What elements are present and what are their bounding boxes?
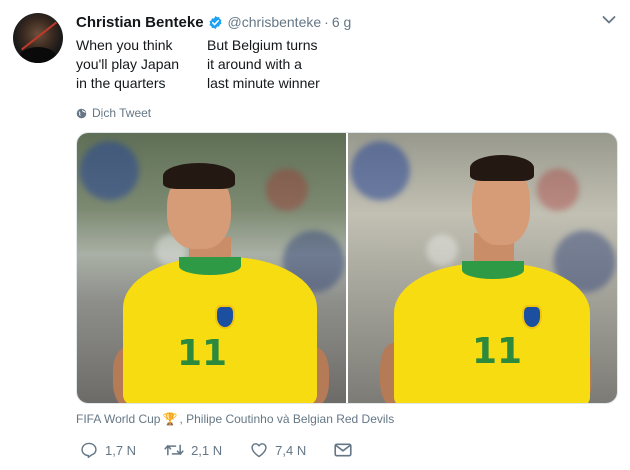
player-figure: 11 [77,133,346,403]
event-link[interactable]: FIFA World Cup [76,412,160,426]
display-name[interactable]: Christian Benteke [76,14,204,31]
tweet-actions: 1,7 N 2,1 N 7,4 N [80,442,387,458]
avatar-figure [19,47,57,63]
verified-badge-icon [209,15,222,29]
like-count: 7,4 N [275,442,307,458]
reply-count: 1,7 N [105,442,137,458]
translate-tweet-link[interactable]: Dịch Tweet [76,106,151,120]
chevron-down-icon[interactable] [602,15,616,25]
trophy-icon: 🏆 [162,412,178,426]
player-jersey [123,257,317,403]
tweet-header: Christian Benteke @chrisbenteke · 6 g [76,11,351,33]
like-button[interactable]: 7,4 N [250,442,306,458]
team-crest [522,305,542,329]
retweet-count: 2,1 N [191,442,223,458]
tweet-photo-1[interactable]: 11 [77,133,346,403]
tweet-line: last minute winner [207,75,320,91]
player-collar [462,261,524,279]
jersey-number: 11 [177,333,228,374]
avatar[interactable] [13,13,63,63]
user-handle[interactable]: @chrisbenteke [228,14,322,30]
reply-button[interactable]: 1,7 N [80,442,136,458]
tagged-accounts[interactable]: , Philipe Coutinho và Belgian Red Devils [179,412,394,426]
direct-message-button[interactable] [334,443,359,457]
retweet-button[interactable]: 2,1 N [164,442,222,458]
tweet-line: When you think [76,37,173,53]
tweet-line: in the quarters [76,75,166,91]
globe-icon [76,108,87,118]
tweet-photo-2[interactable]: 11 [348,133,617,403]
separator-dot: · [324,14,329,30]
tweet-line: it around with a [207,56,302,72]
tweet-line: But Belgium turns [207,37,318,53]
envelope-icon [334,443,352,457]
heart-icon [251,443,267,458]
tweet-line: you'll play Japan [76,56,180,72]
tweet-text-left-column: When you think you'll play Japan in the … [76,36,179,93]
jersey-number: 11 [472,331,523,372]
timestamp[interactable]: 6 g [332,14,351,30]
player-hair [470,155,534,181]
player-hair [163,163,235,189]
translate-label: Dịch Tweet [92,106,152,120]
tweet-text-right-column: But Belgium turns it around with a last … [207,36,320,93]
tweet-card[interactable]: Christian Benteke @chrisbenteke · 6 g Wh… [0,0,630,470]
reply-icon [81,442,97,458]
player-collar [179,257,241,275]
team-crest [215,305,235,329]
tweet-annotation[interactable]: FIFA World Cup 🏆 , Philipe Coutinho và B… [76,412,394,426]
player-figure: 11 [348,133,617,403]
retweet-icon [164,444,184,456]
media-grid: 11 11 [76,132,618,404]
